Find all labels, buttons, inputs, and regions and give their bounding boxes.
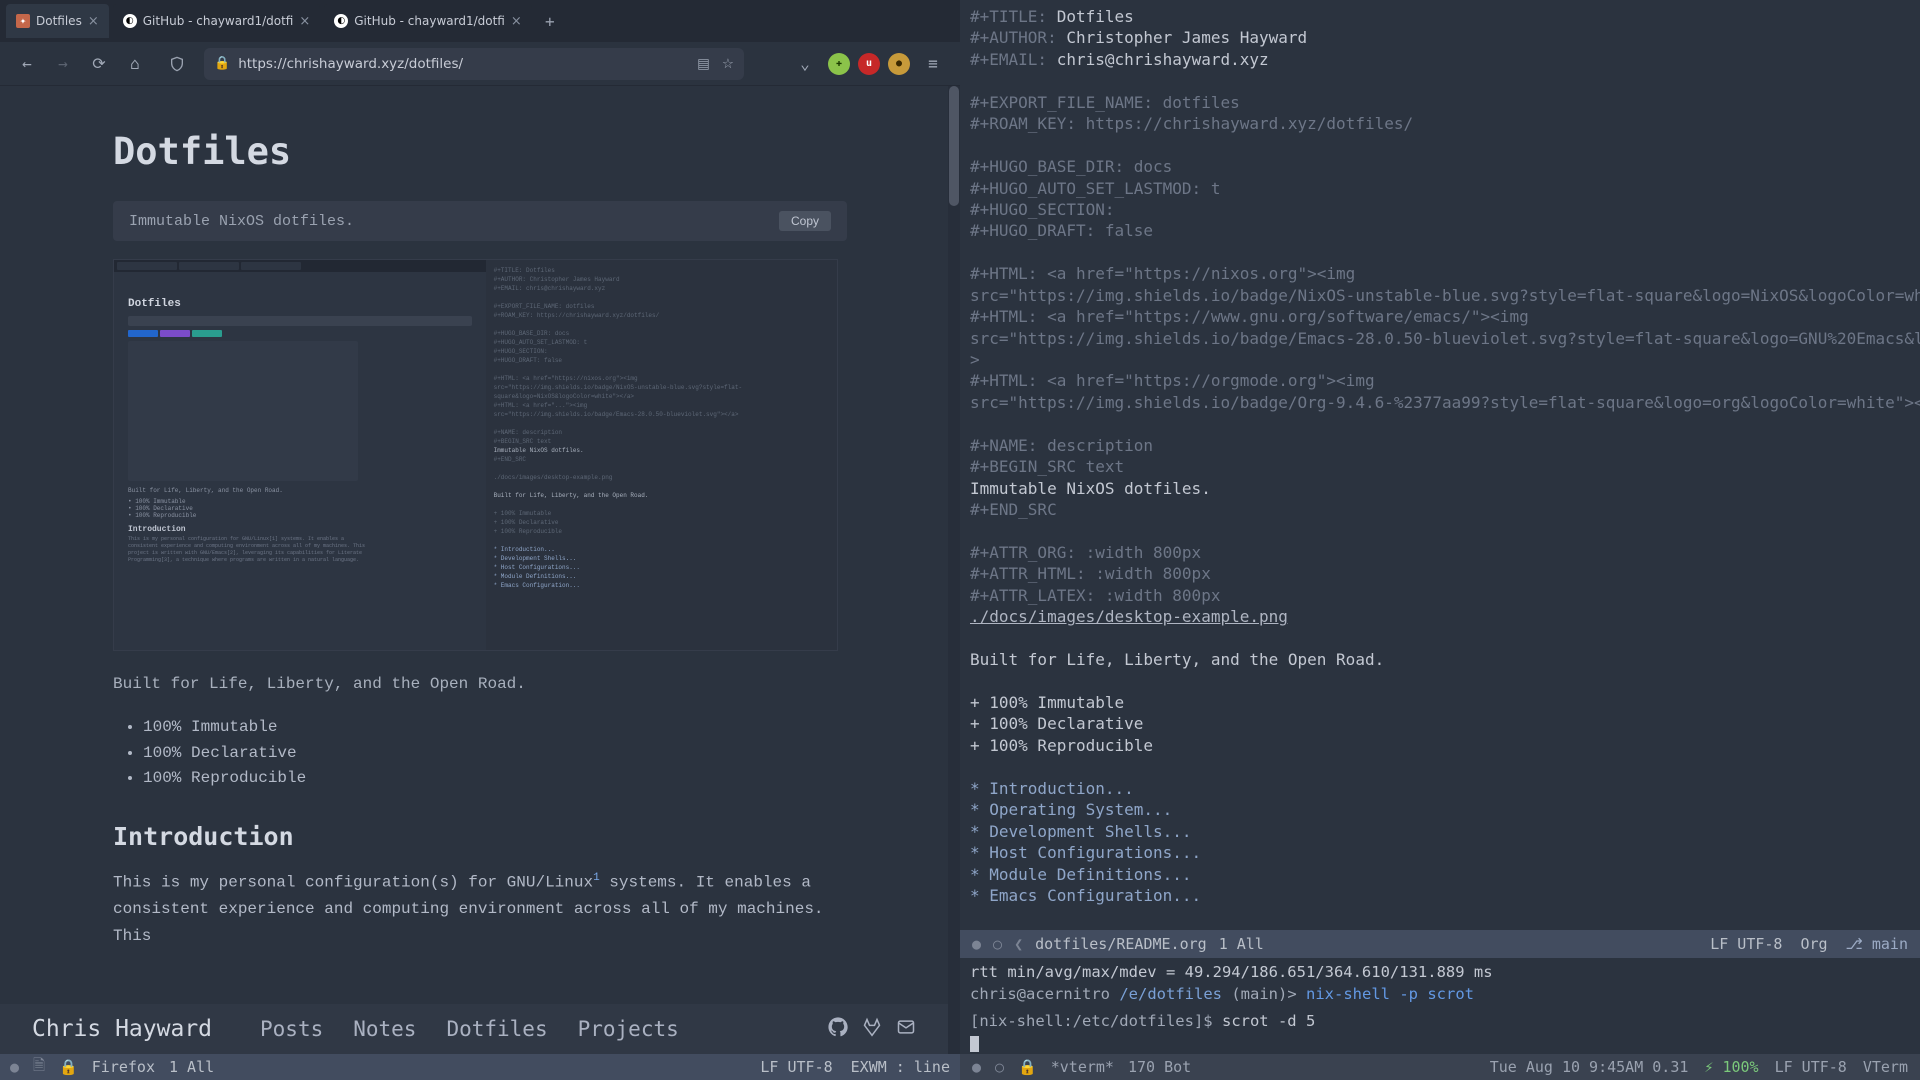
major-mode: EXWM : line — [851, 1058, 950, 1076]
org-buffer[interactable]: #+TITLE: Dotfiles#+AUTHOR: Christopher J… — [960, 0, 1920, 930]
close-icon[interactable]: × — [88, 14, 99, 29]
shield-icon[interactable] — [162, 49, 192, 79]
feature-list: 100% Immutable 100% Declarative 100% Rep… — [113, 715, 847, 792]
home-button[interactable]: ⌂ — [120, 49, 150, 79]
url-text: https://chrishayward.xyz/dotfiles/ — [238, 56, 697, 72]
tab-title: GitHub - chayward1/dotfi — [354, 14, 505, 28]
url-bar[interactable]: 🔒 https://chrishayward.xyz/dotfiles/ ▤ ☆ — [204, 48, 744, 80]
site-nav: Chris Hayward Posts Notes Dotfiles Proje… — [0, 1004, 948, 1054]
code-text: Immutable NixOS dotfiles. — [129, 213, 354, 230]
circle-icon: ○ — [995, 1058, 1004, 1076]
position: 170 Bot — [1128, 1058, 1191, 1076]
encoding: LF UTF-8 — [760, 1058, 832, 1076]
vterm-line: rtt min/avg/max/mdev = 49.294/186.651/36… — [970, 962, 1910, 984]
vterm-buffer[interactable]: rtt min/avg/max/mdev = 49.294/186.651/36… — [960, 958, 1920, 1054]
reload-button[interactable]: ⟳ — [84, 49, 114, 79]
circle-icon: ● — [972, 935, 981, 953]
nav-link-notes[interactable]: Notes — [353, 1017, 416, 1041]
tab-title: GitHub - chayward1/dotfi — [143, 14, 294, 28]
circle-icon: ● — [10, 1058, 19, 1076]
forward-button[interactable]: → — [48, 49, 78, 79]
list-item: 100% Declarative — [143, 741, 847, 767]
tab-title: Dotfiles — [36, 14, 82, 28]
chevron-left-icon: ❮ — [1014, 935, 1023, 953]
major-mode: VTerm — [1863, 1058, 1908, 1076]
page-viewport: Dotfiles Immutable NixOS dotfiles. Copy … — [0, 86, 960, 1054]
major-mode: Org — [1800, 935, 1827, 953]
close-icon[interactable]: × — [299, 14, 310, 29]
lock-icon: 🔒 — [1018, 1058, 1037, 1076]
mail-icon[interactable] — [896, 1017, 916, 1041]
reader-mode-icon[interactable]: ▤ — [697, 56, 710, 72]
hamburger-menu-icon[interactable]: ≡ — [918, 49, 948, 79]
extension-badge[interactable]: ● — [888, 53, 910, 75]
org-modeline: ● ○ ❮ dotfiles/README.org 1 All LF UTF-8… — [960, 930, 1920, 958]
new-tab-button[interactable]: + — [536, 7, 564, 35]
nav-link-projects[interactable]: Projects — [578, 1017, 679, 1041]
brand[interactable]: Chris Hayward — [32, 1016, 212, 1042]
copy-button[interactable]: Copy — [779, 211, 831, 231]
nav-link-dotfiles[interactable]: Dotfiles — [446, 1017, 547, 1041]
circle-icon: ○ — [993, 935, 1002, 953]
lock-icon: 🔒 — [59, 1058, 78, 1076]
position: 1 All — [1219, 935, 1264, 953]
github-icon: ◐ — [123, 14, 137, 28]
lock-icon: 🔒 — [214, 56, 230, 71]
pocket-icon[interactable]: ⌄ — [790, 49, 820, 79]
browser-tab[interactable]: ◐ GitHub - chayward1/dotfi × — [324, 4, 532, 38]
encoding: LF UTF-8 — [1710, 935, 1782, 953]
ublock-icon[interactable]: u — [858, 53, 880, 75]
browser-tab-strip: ✦ Dotfiles × ◐ GitHub - chayward1/dotfi … — [0, 0, 960, 42]
list-item: 100% Immutable — [143, 715, 847, 741]
scrollbar-thumb[interactable] — [949, 86, 959, 206]
scrollbar-track[interactable] — [948, 86, 960, 1054]
buffer-name: *vterm* — [1051, 1058, 1114, 1076]
nav-link-posts[interactable]: Posts — [260, 1017, 323, 1041]
clock: Tue Aug 10 9:45AM 0.31 — [1490, 1058, 1689, 1076]
buffer-name: Firefox — [92, 1058, 155, 1076]
encoding: LF UTF-8 — [1775, 1058, 1847, 1076]
cursor — [970, 1036, 979, 1052]
summary-code-block: Immutable NixOS dotfiles. Copy — [113, 201, 847, 241]
browser-toolbar: ← → ⟳ ⌂ 🔒 https://chrishayward.xyz/dotfi… — [0, 42, 960, 86]
footnote-ref[interactable]: 1 — [593, 872, 600, 884]
vterm-prompt-line: chris@acernitro /e/dotfiles (main)> nix-… — [970, 984, 1910, 1006]
favicon: ✦ — [16, 14, 30, 28]
tagline: Built for Life, Liberty, and the Open Ro… — [113, 675, 847, 693]
buffer-path: dotfiles/README.org — [1035, 935, 1207, 953]
intro-paragraph: This is my personal configuration(s) for… — [113, 869, 847, 951]
browser-tab[interactable]: ◐ GitHub - chayward1/dotfi × — [113, 4, 321, 38]
left-modeline: ● 🗎 🔒 Firefox 1 All LF UTF-8 EXWM : line — [0, 1054, 960, 1080]
bookmark-star-icon[interactable]: ☆ — [722, 56, 734, 72]
intro-heading: Introduction — [113, 822, 847, 851]
close-icon[interactable]: × — [511, 14, 522, 29]
file-icon: 🗎 — [33, 1055, 45, 1080]
gitlab-icon[interactable] — [862, 1017, 882, 1041]
circle-icon: ● — [972, 1058, 981, 1076]
back-button[interactable]: ← — [12, 49, 42, 79]
github-icon: ◐ — [334, 14, 348, 28]
vterm-prompt-line: [nix-shell:/etc/dotfiles]$ scrot -d 5 — [970, 1011, 1910, 1033]
vterm-modeline: ● ○ 🔒 *vterm* 170 Bot Tue Aug 10 9:45AM … — [960, 1054, 1920, 1080]
github-icon[interactable] — [828, 1017, 848, 1041]
browser-tab-active[interactable]: ✦ Dotfiles × — [6, 4, 109, 38]
position: 1 All — [169, 1058, 214, 1076]
git-branch: ⎇ main — [1846, 935, 1908, 953]
battery-indicator: ⚡ 100% — [1704, 1058, 1758, 1076]
desktop-screenshot-image: Dotfiles Built for Life, Liberty, and th… — [113, 259, 838, 651]
page-title: Dotfiles — [113, 130, 847, 173]
list-item: 100% Reproducible — [143, 766, 847, 792]
extension-badge[interactable]: ✚ — [828, 53, 850, 75]
